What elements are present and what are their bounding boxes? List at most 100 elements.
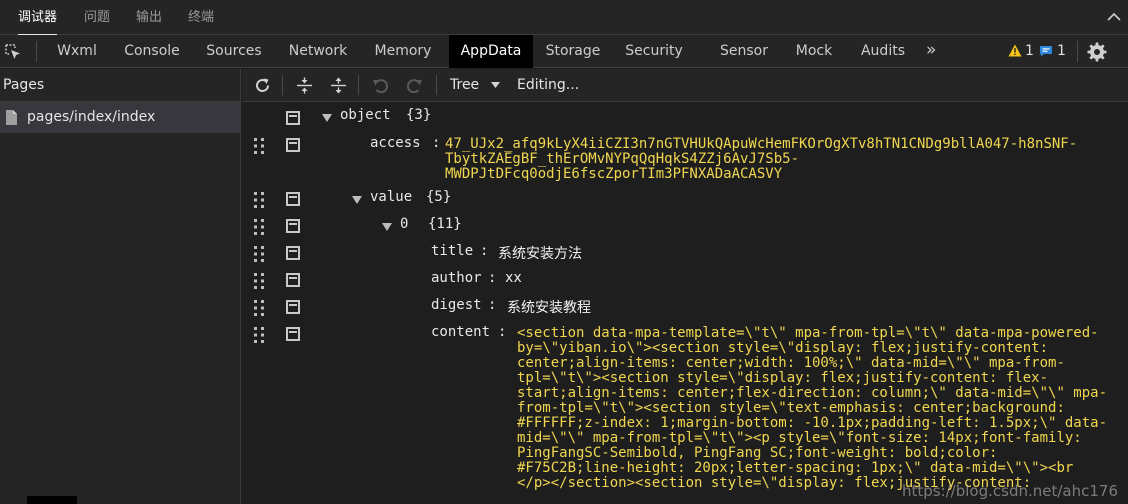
tree-key-digest[interactable]: digest [431, 297, 482, 313]
toolbar-divider [36, 41, 37, 62]
drag-handle-icon[interactable] [254, 138, 264, 154]
select-box-icon[interactable] [286, 327, 300, 341]
drag-handle-icon[interactable] [254, 192, 264, 208]
drag-handle-icon[interactable] [254, 273, 264, 289]
tree-value-author[interactable]: xx [505, 270, 522, 286]
tab-sources[interactable]: Sources [202, 35, 266, 68]
tree-key-index[interactable]: 0 [400, 216, 408, 232]
panel-tab-bar: 调试器 问题 输出 终端 [0, 0, 1128, 35]
drag-handle-icon[interactable] [254, 327, 264, 343]
message-icon [1040, 46, 1052, 57]
tab-network[interactable]: Network [283, 35, 353, 68]
tree-row-root: object {3} [242, 103, 1128, 130]
tab-appdata[interactable]: AppData [449, 35, 533, 68]
warning-count[interactable]: 1 [1025, 35, 1034, 68]
appdata-toolbar: Tree Editing... [242, 69, 1128, 102]
undo-icon[interactable] [372, 77, 389, 94]
sidebar-item-page[interactable]: pages/index/index [0, 102, 240, 133]
tree-key-content[interactable]: content [431, 324, 490, 340]
tab-storage[interactable]: Storage [541, 35, 605, 68]
tab-console[interactable]: Console [118, 35, 186, 68]
more-tabs-button[interactable]: » [926, 35, 936, 68]
tree-colon: : [498, 324, 507, 340]
sidebar-header: Pages [0, 69, 240, 102]
tree-key-access[interactable]: access [370, 135, 421, 151]
toolbar-divider [1077, 41, 1078, 62]
tree-colon: : [432, 135, 441, 151]
select-box-icon[interactable] [286, 111, 300, 125]
content-value-line[interactable]: by=\"yiban.io\"><section style=\"display… [517, 341, 1048, 356]
select-box-icon[interactable] [286, 246, 300, 260]
caret-down-icon[interactable] [352, 196, 362, 204]
status-strip [27, 496, 77, 504]
appdata-panel: Tree Editing... object {3} access : 47_U… [242, 69, 1128, 504]
tree-row-access: access : 47_UJx2_afq9kLyX4iiCZI3n7nGTVHU… [242, 133, 1128, 185]
caret-down-icon[interactable] [382, 223, 392, 231]
tree-row-item: 0 {11} [242, 214, 1128, 241]
pages-sidebar: Pages pages/index/index [0, 69, 241, 504]
select-box-icon[interactable] [286, 273, 300, 287]
tree-row-content: content : <section data-mpa-template=\"t… [242, 322, 1128, 504]
data-tree: object {3} access : 47_UJx2_afq9kLyX4iiC… [242, 103, 1128, 504]
chevron-up-icon[interactable] [1106, 9, 1122, 25]
select-box-icon[interactable] [286, 138, 300, 152]
toolbar-divider [358, 75, 359, 95]
tree-row-title: title : 系统安装方法 [242, 241, 1128, 268]
tree-count-root: {3} [406, 107, 432, 123]
tree-colon: : [488, 297, 497, 313]
panel-tab-output[interactable]: 输出 [136, 0, 162, 35]
editing-status: Editing... [517, 77, 580, 93]
tree-value-digest[interactable]: 系统安装教程 [507, 297, 591, 317]
content-value-line[interactable]: tpl=\"t\"><section style=\"display: flex… [517, 371, 1048, 386]
redo-icon[interactable] [406, 77, 423, 94]
drag-handle-icon[interactable] [254, 246, 264, 262]
tab-wxml[interactable]: Wxml [52, 35, 102, 68]
caret-down-icon[interactable] [491, 82, 500, 88]
panel-tab-terminal[interactable]: 终端 [188, 0, 214, 35]
tree-key-root[interactable]: object [340, 107, 391, 123]
content-value-line[interactable]: center;align-items: center;width: 100%;\… [517, 356, 1065, 371]
content-value-line[interactable]: #F75C2B;line-height: 20px;letter-spacing… [517, 461, 1073, 476]
select-box-icon[interactable] [286, 219, 300, 233]
view-mode-select[interactable]: Tree [450, 69, 479, 102]
panel-tab-debugger[interactable]: 调试器 [18, 0, 58, 35]
tab-memory[interactable]: Memory [369, 35, 437, 68]
tree-key-author[interactable]: author [431, 270, 482, 286]
content-value-line[interactable]: #FFFFFF;z-index: 1;margin-bottom: -10.1p… [517, 416, 1107, 431]
content-value-line[interactable]: from-tpl=\"t\"><section style=\"text-emp… [517, 401, 1065, 416]
watermark: https://blog.csdn.net/ahc176 [901, 482, 1118, 500]
tree-key-value[interactable]: value [370, 189, 412, 205]
tree-key-title[interactable]: title [431, 243, 473, 259]
access-value-line[interactable]: MWDPJtDFcq0odjE6fscZporTIm3PFNXADaACASVY [445, 167, 782, 182]
expand-all-icon[interactable] [330, 77, 347, 94]
refresh-icon[interactable] [254, 77, 271, 94]
access-value-line[interactable]: 47_UJx2_afq9kLyX4iiCZI3n7nGTVHUkQApuWcHe… [445, 137, 1077, 152]
tree-value-title[interactable]: 系统安装方法 [498, 243, 582, 263]
access-value-line[interactable]: TbytkZAEgBF_thErOMvNYPqQqHqkS4ZZj6AvJ7Sb… [445, 152, 799, 167]
tab-security[interactable]: Security [621, 35, 687, 68]
collapse-all-icon[interactable] [296, 77, 313, 94]
select-box-icon[interactable] [286, 300, 300, 314]
tab-audits[interactable]: Audits [856, 35, 910, 68]
content-value-line[interactable]: PingFangSC-Semibold, PingFang SC;font-we… [517, 446, 997, 461]
panel-tab-problems[interactable]: 问题 [84, 0, 110, 35]
gear-icon[interactable] [1087, 42, 1107, 62]
select-box-icon[interactable] [286, 192, 300, 206]
caret-down-icon[interactable] [322, 114, 332, 122]
content-value-line[interactable]: mid=\"\" mpa-from-tpl=\"t\"><p style=\"f… [517, 431, 1082, 446]
tree-count-value: {5} [426, 189, 452, 205]
drag-handle-icon[interactable] [254, 300, 264, 316]
tree-row-author: author : xx [242, 268, 1128, 295]
devtools-toolbar: Wxml Console Sources Network Memory AppD… [0, 35, 1128, 68]
content-value-line[interactable]: start;align-items: center;flex-direction… [517, 386, 1107, 401]
content-value-line[interactable]: <section data-mpa-template=\"t\" mpa-fro… [517, 326, 1099, 341]
tab-mock[interactable]: Mock [790, 35, 838, 68]
toolbar-divider [282, 75, 283, 95]
inspect-element-icon[interactable] [4, 43, 22, 61]
tree-count-item: {11} [428, 216, 462, 232]
tab-sensor[interactable]: Sensor [716, 35, 772, 68]
message-count[interactable]: 1 [1057, 35, 1066, 68]
warning-icon [1008, 44, 1022, 57]
drag-handle-icon[interactable] [254, 219, 264, 235]
tree-row-digest: digest : 系统安装教程 [242, 295, 1128, 322]
